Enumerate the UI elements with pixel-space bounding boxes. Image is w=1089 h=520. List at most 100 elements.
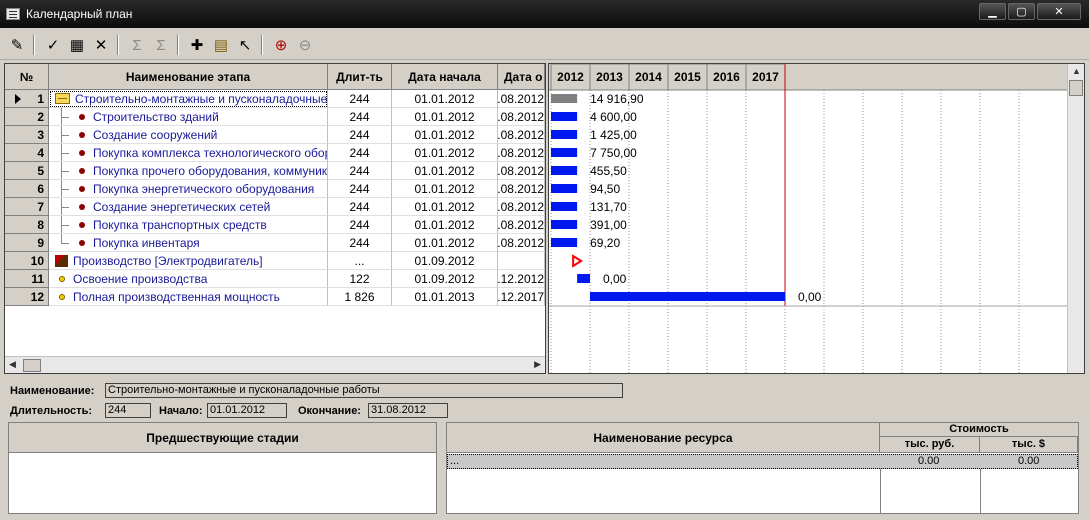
table-row[interactable]: 9 Покупка инвентаря 24401.01.201231.08.201…	[5, 234, 545, 252]
stage-end-cell[interactable]: 31.08.2012	[498, 144, 545, 162]
close-button[interactable]: ✕	[1037, 3, 1081, 20]
gantt-bar[interactable]	[577, 274, 590, 283]
stage-duration-cell[interactable]: 244	[328, 108, 392, 126]
delete-icon[interactable]: ✕	[90, 35, 112, 55]
gantt-bar[interactable]	[551, 202, 578, 211]
table-row[interactable]: 10 Производство [Электродвигатель]... 01.0…	[5, 252, 545, 270]
table-row[interactable]: 5 Покупка прочего оборудования, коммуника…	[5, 162, 545, 180]
gantt-bar[interactable]	[551, 220, 578, 229]
table-row[interactable]: 3 Создание сооружений 24401.01.201231.08.2…	[5, 126, 545, 144]
stage-duration-cell[interactable]: 1 826	[328, 288, 392, 306]
scroll-thumb-vertical[interactable]	[1069, 80, 1083, 96]
scroll-up-icon[interactable]: ▲	[1072, 66, 1081, 76]
stage-duration-cell[interactable]: 244	[328, 198, 392, 216]
row-number[interactable]: 3	[5, 126, 49, 144]
duration-field[interactable]: 244	[105, 403, 151, 418]
scroll-right-icon[interactable]: ▶	[534, 359, 541, 370]
stage-start-cell[interactable]: 01.01.2012	[392, 108, 498, 126]
stage-end-cell[interactable]: 31.08.2012	[498, 234, 545, 252]
table-row[interactable]: 4 Покупка комплекса технологического обор…	[5, 144, 545, 162]
stage-end-cell[interactable]: 31.12.2012	[498, 270, 545, 288]
stage-name-cell[interactable]: Производство [Электродвигатель]	[49, 252, 328, 270]
stage-start-cell[interactable]: 01.01.2012	[392, 90, 498, 108]
name-field[interactable]: Строительно-монтажные и пусконаладочные …	[105, 383, 623, 398]
row-number[interactable]: 11	[5, 270, 49, 288]
stage-start-cell[interactable]: 01.01.2012	[392, 216, 498, 234]
stage-start-cell[interactable]: 01.01.2012	[392, 180, 498, 198]
row-number[interactable]: 8	[5, 216, 49, 234]
stage-start-cell[interactable]: 01.01.2013	[392, 288, 498, 306]
stage-end-cell[interactable]: 31.08.2012	[498, 126, 545, 144]
gantt-bar[interactable]	[551, 112, 578, 121]
properties-icon[interactable]: ✎	[6, 35, 28, 55]
stage-name-cell[interactable]: Строительно-монтажные и пусконаладочные …	[49, 90, 328, 108]
row-number[interactable]: 1	[5, 90, 49, 108]
stage-duration-cell[interactable]: 244	[328, 180, 392, 198]
resource-row[interactable]: ... 0.00 0.00	[447, 454, 1078, 469]
stage-duration-cell[interactable]: 244	[328, 90, 392, 108]
gantt-bar[interactable]	[551, 148, 578, 157]
maximize-button[interactable]: ▢	[1008, 3, 1035, 20]
stage-name-cell[interactable]: Строительство зданий	[49, 108, 328, 126]
table-row[interactable]: 2 Строительство зданий 24401.01.201231.08.…	[5, 108, 545, 126]
gantt-bar[interactable]	[551, 94, 578, 103]
gantt-bar[interactable]	[551, 238, 578, 247]
stage-end-cell[interactable]: 31.08.2012	[498, 180, 545, 198]
stage-end-cell[interactable]: 31.08.2012	[498, 90, 545, 108]
row-number[interactable]: 10	[5, 252, 49, 270]
row-number[interactable]: 12	[5, 288, 49, 306]
table-row[interactable]: 1 Строительно-монтажные и пусконаладочные…	[5, 90, 545, 108]
column-header-start[interactable]: Дата начала	[392, 64, 498, 90]
end-field[interactable]: 31.08.2012	[368, 403, 448, 418]
table-row[interactable]: 8 Покупка транспортных средств 244 01.01.20…	[5, 216, 545, 234]
row-number[interactable]: 4	[5, 144, 49, 162]
table-row[interactable]: 7 Создание энергетических сетей 244 01.01.2…	[5, 198, 545, 216]
scroll-left-icon[interactable]: ◀	[9, 359, 16, 370]
stage-name-cell[interactable]: Покупка инвентаря	[49, 234, 328, 252]
stage-duration-cell[interactable]: 244	[328, 144, 392, 162]
stage-duration-cell[interactable]: 244	[328, 216, 392, 234]
resources-table[interactable]: Наименование ресурса Стоимость тыс. руб.…	[446, 422, 1079, 514]
folder-icon[interactable]	[55, 93, 70, 104]
column-header-num[interactable]: №	[5, 64, 49, 90]
column-header-end[interactable]: Дата о	[498, 64, 545, 90]
row-number[interactable]: 9	[5, 234, 49, 252]
stage-start-cell[interactable]: 01.01.2012	[392, 144, 498, 162]
stage-end-cell[interactable]	[498, 252, 545, 270]
pointer-icon[interactable]: ↖	[234, 35, 256, 55]
row-number[interactable]: 7	[5, 198, 49, 216]
vertical-scrollbar[interactable]: ▲	[1067, 64, 1084, 373]
stage-name-cell[interactable]: Освоение производства	[49, 270, 328, 288]
predecessors-table[interactable]: Предшествующие стадии	[8, 422, 437, 514]
column-header-duration[interactable]: Длит-ть	[328, 64, 392, 90]
check-icon[interactable]: ✓	[42, 35, 64, 55]
stage-start-cell[interactable]: 01.01.2012	[392, 126, 498, 144]
scroll-thumb[interactable]	[23, 359, 41, 372]
stage-end-cell[interactable]: 31.08.2012	[498, 198, 545, 216]
column-header-name[interactable]: Наименование этапа	[49, 64, 328, 90]
stage-name-cell[interactable]: Полная производственная мощность	[49, 288, 328, 306]
gantt-bar[interactable]	[590, 292, 785, 301]
zoom-in-icon[interactable]: ⊕	[270, 35, 292, 55]
table-row[interactable]: 6 Покупка энергетического оборудования 244…	[5, 180, 545, 198]
stage-name-cell[interactable]: Создание энергетических сетей	[49, 198, 328, 216]
stage-name-cell[interactable]: Покупка комплекса технологического обору…	[49, 144, 328, 162]
stage-end-cell[interactable]: 31.12.2017	[498, 288, 545, 306]
stage-name-cell[interactable]: Создание сооружений	[49, 126, 328, 144]
stage-end-cell[interactable]: 31.08.2012	[498, 108, 545, 126]
sum-alt-icon[interactable]: Σ	[150, 35, 172, 55]
stage-start-cell[interactable]: 01.09.2012	[392, 252, 498, 270]
horizontal-scrollbar[interactable]: ◀ ▶	[5, 356, 545, 373]
zoom-out-icon[interactable]: ⊖	[294, 35, 316, 55]
gantt-bar[interactable]	[551, 166, 578, 175]
stage-duration-cell[interactable]: 244	[328, 234, 392, 252]
row-number[interactable]: 6	[5, 180, 49, 198]
stage-start-cell[interactable]: 01.01.2012	[392, 162, 498, 180]
minimize-button[interactable]: ▁	[979, 3, 1006, 20]
stage-duration-cell[interactable]: ...	[328, 252, 392, 270]
stage-start-cell[interactable]: 01.01.2012	[392, 198, 498, 216]
add-icon[interactable]: ✚	[186, 35, 208, 55]
stage-name-cell[interactable]: Покупка прочего оборудования, коммуникац…	[49, 162, 328, 180]
table-row[interactable]: 12 Полная производственная мощность 1 826 0…	[5, 288, 545, 306]
tree-icon[interactable]: ▤	[210, 35, 232, 55]
